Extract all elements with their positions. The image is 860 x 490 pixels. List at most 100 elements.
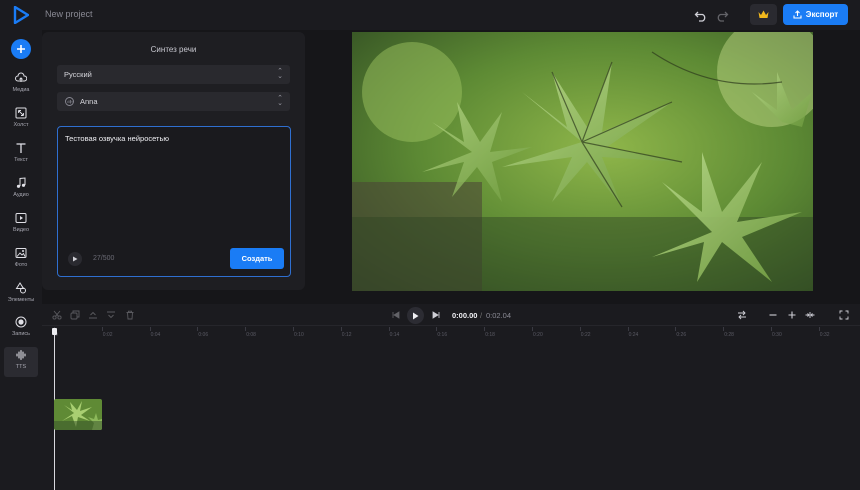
ruler-tick-mark xyxy=(436,327,438,331)
preview-image xyxy=(352,32,813,291)
time-ruler[interactable]: 0 0:02 0:04 0:06 0:08 0:10 0:12 0:14 0:16 0:18 0:2… xyxy=(42,327,860,341)
zoom-out-icon[interactable] xyxy=(768,310,778,320)
ruler-tick-label: 0:24 xyxy=(628,332,639,338)
language-select[interactable]: Русский ⌃ ⌄ xyxy=(57,65,290,84)
text-t-icon xyxy=(16,143,26,153)
timeline-toolbar: 0:00.00 / 0:02.04 xyxy=(42,304,860,326)
trash-icon[interactable] xyxy=(125,310,135,320)
record-icon xyxy=(15,316,27,328)
app-logo-icon[interactable] xyxy=(13,6,29,24)
voice-avatar-icon xyxy=(65,97,74,106)
ruler-tick-label: 0:18 xyxy=(485,332,495,338)
current-time: 0:00.00 xyxy=(452,311,478,320)
ruler-tick-mark xyxy=(197,327,199,331)
soundwave-icon xyxy=(16,349,26,361)
skip-back-icon[interactable] xyxy=(392,311,400,319)
preview-play-button[interactable] xyxy=(68,252,82,266)
sidebar-item-canvas[interactable]: Холст xyxy=(4,105,38,135)
sidebar-item-tts[interactable]: TTS xyxy=(4,347,38,377)
sidebar-item-text[interactable]: Текст xyxy=(4,140,38,170)
sidebar-item-label: Запись xyxy=(11,331,31,337)
ruler-tick-mark xyxy=(723,327,725,331)
ruler-tick-mark xyxy=(149,327,151,331)
add-button[interactable] xyxy=(11,39,31,59)
plus-icon xyxy=(17,45,25,53)
shapes-icon xyxy=(15,282,26,294)
music-note-icon xyxy=(16,177,26,188)
ruler-tick-mark xyxy=(101,327,103,331)
video-clip[interactable] xyxy=(54,399,102,430)
timeline-panel: 0:00.00 / 0:02.04 0 0:02 0:04 0:06 0:08 0:10 0… xyxy=(42,304,860,490)
premium-button[interactable] xyxy=(750,4,777,25)
voice-value: Anna xyxy=(80,97,98,106)
ruler-tick-label: 0:26 xyxy=(676,332,687,338)
redo-icon[interactable] xyxy=(715,8,729,22)
sidebar-item-record[interactable]: Запись xyxy=(4,314,38,344)
ruler-tick-label: 0:14 xyxy=(389,332,400,338)
crown-icon xyxy=(758,10,769,18)
ruler-tick-mark xyxy=(771,327,772,331)
time-separator: / xyxy=(480,311,483,320)
skip-forward-icon[interactable] xyxy=(432,311,440,319)
video-preview[interactable] xyxy=(352,32,813,291)
clip-thumbnail xyxy=(54,399,102,430)
ruler-tick-label: 0:16 xyxy=(437,332,448,338)
sidebar-item-label: Видео xyxy=(12,227,30,233)
timeline-play-button[interactable] xyxy=(407,307,424,324)
ruler-tick-label: 0:06 xyxy=(198,332,209,338)
duplicate-icon[interactable] xyxy=(70,310,80,320)
sidebar-item-label: Текст xyxy=(14,157,28,163)
total-time: 0:02.04 xyxy=(486,311,512,320)
sidebar-item-label: Медиа xyxy=(12,87,30,93)
fit-timeline-icon[interactable] xyxy=(805,310,815,320)
play-icon xyxy=(73,256,78,262)
swap-icon[interactable] xyxy=(737,310,747,320)
scissors-icon[interactable] xyxy=(52,310,62,320)
ruler-tick-mark xyxy=(818,327,820,331)
ruler-tick-mark xyxy=(245,327,247,331)
char-counter: 27/500 xyxy=(93,255,115,262)
ruler-tick-mark xyxy=(388,327,390,331)
voice-select[interactable]: Anna ⌃ ⌄ xyxy=(57,92,290,111)
top-bar: New project Экспорт xyxy=(0,0,860,30)
zoom-in-icon[interactable] xyxy=(787,310,797,320)
playhead-handle[interactable] xyxy=(52,328,57,335)
left-sidebar: Медиа Холст Текст Аудио Видео Фото Элеме… xyxy=(0,30,42,490)
ruler-tick-mark xyxy=(579,327,581,331)
ruler-tick-label: 0:02 xyxy=(102,332,113,338)
language-value: Русский xyxy=(64,70,92,79)
sidebar-item-elements[interactable]: Элементы xyxy=(4,280,38,310)
tts-panel: Синтез речи Русский ⌃ ⌄ Anna ⌃ ⌄ Тестовая … xyxy=(42,32,305,290)
ruler-tick-mark xyxy=(675,327,677,331)
move-down-icon[interactable] xyxy=(106,310,116,320)
ruler-tick-label: 0:32 xyxy=(819,332,830,338)
sidebar-item-media[interactable]: Медиа xyxy=(4,70,38,100)
play-icon xyxy=(413,312,419,319)
sidebar-item-video[interactable]: Видео xyxy=(4,210,38,240)
sidebar-item-audio[interactable]: Аудио xyxy=(4,175,38,205)
photo-icon xyxy=(15,248,27,258)
chevron-updown-icon: ⌃ ⌄ xyxy=(277,95,283,107)
undo-icon[interactable] xyxy=(694,8,708,22)
video-play-icon xyxy=(15,213,27,223)
export-label: Экспорт xyxy=(805,10,839,19)
ruler-tick-label: 0:30 xyxy=(772,332,782,338)
ruler-tick-label: 0:20 xyxy=(533,332,543,338)
create-button[interactable]: Создать xyxy=(230,248,284,269)
export-button[interactable]: Экспорт xyxy=(783,4,848,25)
ruler-tick-mark xyxy=(627,327,629,331)
sidebar-item-photo[interactable]: Фото xyxy=(4,245,38,275)
ruler-tick-label: 0:22 xyxy=(580,332,591,338)
project-title[interactable]: New project xyxy=(45,9,93,19)
sidebar-item-label: Аудио xyxy=(13,192,29,198)
sidebar-item-label: Элементы xyxy=(7,297,35,303)
cloud-upload-icon xyxy=(15,72,27,82)
move-up-icon[interactable] xyxy=(88,310,98,320)
fullscreen-icon[interactable] xyxy=(839,310,849,320)
panel-title: Синтез речи xyxy=(150,45,197,54)
sidebar-item-label: Фото xyxy=(14,262,28,268)
tts-text-input[interactable]: Тестовая озвучка нейросетью 27/500 Созда… xyxy=(57,126,291,277)
ruler-tick-mark xyxy=(293,327,294,331)
ruler-tick-label: 0:04 xyxy=(150,332,161,338)
ruler-tick-label: 0:08 xyxy=(246,332,256,338)
